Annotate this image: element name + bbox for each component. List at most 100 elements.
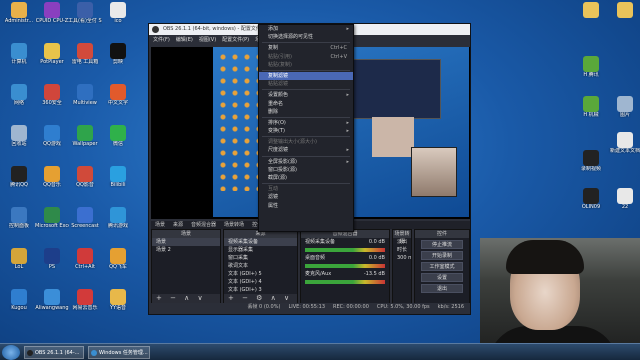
desktop-icon[interactable]: QQ游戏 [35,125,69,157]
desktop-icon[interactable]: Bilibili [101,166,135,198]
desktop-icon[interactable]: Aliwangwang [35,289,69,321]
control-button[interactable]: 工作室模式 [421,262,463,271]
source-item[interactable]: 文本 (GDI+) 3 [224,286,297,294]
source-item[interactable]: 显示器采集 [224,246,297,254]
scene-item[interactable]: 场景 2 [152,246,220,254]
desktop-icon[interactable]: Wallpaper [68,125,102,157]
status-kbps: kb/s: 2516 [437,304,464,310]
desktop-icon[interactable] [608,2,640,34]
obs-menu-item[interactable]: 编辑(E) [176,35,193,45]
desktop-icon[interactable]: Ctrl+Alt [68,248,102,280]
control-button[interactable]: 停止推流 [421,240,463,249]
desktop-icon[interactable]: Kugou [2,289,36,321]
desktop-icon[interactable]: QQ飞车 [101,248,135,280]
desktop-icon[interactable]: 雷电 工具箱 [68,43,102,75]
context-menu-item[interactable]: 全屏投影(源) ▸ [259,158,353,166]
desktop-icon[interactable]: 工具(看)全付 Spermaster [68,2,102,34]
dock-tab[interactable]: 场景转场 [220,221,248,229]
desktop-icon[interactable]: 网易云音乐 [68,289,102,321]
dock-tab[interactable]: 来源 [169,221,187,229]
mixer-volume-meter[interactable] [305,264,385,268]
desktop-icon[interactable]: PotPlayer [35,43,69,75]
desktop-icon[interactable]: 图片 [608,96,640,128]
context-menu-item[interactable]: 切换选择源的可见性 [259,33,353,41]
context-menu-item[interactable]: 复制 Ctrl+C [259,44,353,52]
sources-list: 视频采集设备 显示器采集 窗口采集 歌词文本 文本 (GDI+) 5 文本 (GDI+) … [224,238,297,302]
source-item[interactable]: 歌词文本 [224,262,297,270]
desktop-icon[interactable]: 腾讯QQ [2,166,36,198]
context-menu-item[interactable]: 添加 ▸ [259,25,353,33]
desktop-icon[interactable]: CPUID CPU-Z [35,2,69,34]
scenes-panel: 场景 场景 场景 2 + − ∧ ∨ [151,229,221,304]
taskbar-item-obs[interactable]: OBS 26.1.1 (64-... [24,346,84,359]
context-menu-item[interactable]: 尺度滤镜 ▸ [259,146,353,154]
desktop-icon[interactable]: YY语音 [101,289,135,321]
desktop-icon-label: 图片 [619,112,630,118]
desktop-icon[interactable]: H 机械 [574,96,608,128]
desktop-icon[interactable]: 剪映 [101,43,135,75]
scenes-toolbar[interactable]: + − ∧ ∨ [152,294,220,303]
desktop-icon[interactable]: 控制面板 [2,207,36,239]
context-menu-item[interactable]: 窗口投影(源) [259,166,353,174]
obs-menu-item[interactable]: 文件(F) [153,35,170,45]
desktop-icon-label: 360安全 [42,100,62,106]
desktop-app-icon [11,289,27,305]
source-item[interactable]: 文本 (GDI+) 5 [224,270,297,278]
preview-webcam-source [411,147,457,197]
context-menu-item[interactable]: 删除 [259,108,353,116]
transition-select[interactable]: 淡出 [393,238,411,246]
desktop-icon[interactable]: 新建文本文档 [608,132,640,164]
desktop-icon[interactable]: QQ音乐 [35,166,69,198]
scene-item[interactable]: 场景 [152,238,220,246]
context-menu-item[interactable]: 排序(O) ▸ [259,119,353,127]
source-item[interactable]: 窗口采集 [224,254,297,262]
desktop-icon[interactable]: 中文文字 [101,84,135,116]
sources-toolbar[interactable]: + − ⚙ ∧ ∨ [224,294,297,303]
transition-duration[interactable]: 300 ms [393,254,411,262]
dock-tab[interactable]: 场景 [151,221,169,229]
desktop-icon[interactable]: Multiview [68,84,102,116]
context-menu-item[interactable]: 重命名 [259,100,353,108]
mixer-volume-meter[interactable] [305,280,385,284]
desktop-icon[interactable]: 回收站 [2,125,36,157]
desktop-icon[interactable]: PS [35,248,69,280]
source-item[interactable]: 视频采集设备 [224,238,297,246]
taskbar-item-task-manager[interactable]: Windows 任务管理... [88,346,150,359]
desktop-icon[interactable]: 计算机 [2,43,36,75]
desktop-icon[interactable]: 微信 [101,125,135,157]
obs-menu-item[interactable]: 视图(V) [199,35,216,45]
desktop-app-icon [110,84,126,100]
desktop-icon[interactable]: LoL [2,248,36,280]
desktop-icon[interactable] [574,2,608,34]
obs-menu-item[interactable]: 配置文件(P) [222,35,249,45]
desktop-icon[interactable]: Screencast [68,207,102,239]
desktop-icon[interactable]: 360安全 [35,84,69,116]
mixer-volume-meter[interactable] [305,248,385,252]
desktop-icon[interactable]: 录制视频 [574,150,608,182]
desktop-icon[interactable]: QQ影音 [68,166,102,198]
desktop-app-icon [11,125,27,141]
context-menu-item[interactable]: 设置颜色 ▸ [259,91,353,99]
context-menu-item[interactable]: 滤镜 [259,193,353,201]
desktop-icon[interactable]: Administr... [2,2,36,34]
source-item[interactable]: 文本 (GDI+) 4 [224,278,297,286]
control-button[interactable]: 退出 [421,284,463,293]
desktop-icon[interactable]: Microsoft Excel [35,207,69,239]
control-button[interactable]: 开始录制 [421,251,463,260]
desktop-icon[interactable]: 网络 [2,84,36,116]
desktop-icon[interactable]: ico [101,2,135,34]
desktop-icon[interactable]: H 腾讯 [574,56,608,88]
desktop-icon[interactable]: OLIN09 [574,188,608,220]
desktop-icon[interactable]: 22 [608,188,640,220]
context-menu-item[interactable]: 变换(T) ▸ [259,127,353,135]
control-button[interactable]: 设置 [421,273,463,282]
context-menu-item[interactable]: 截屏(源) [259,174,353,182]
desktop-icon-label: 新建文本文档 [609,148,640,154]
desktop-icon[interactable]: 腾讯游戏 [101,207,135,239]
context-menu-item: 粘贴滤镜 [259,80,353,88]
mixer-track-db: 0.0 dB [368,255,385,261]
context-menu-item[interactable]: 复制滤镜 [259,71,353,81]
dock-tab[interactable]: 音频混合器 [187,221,220,229]
context-menu-item[interactable]: 属性 [259,202,353,210]
start-button[interactable] [2,345,20,360]
